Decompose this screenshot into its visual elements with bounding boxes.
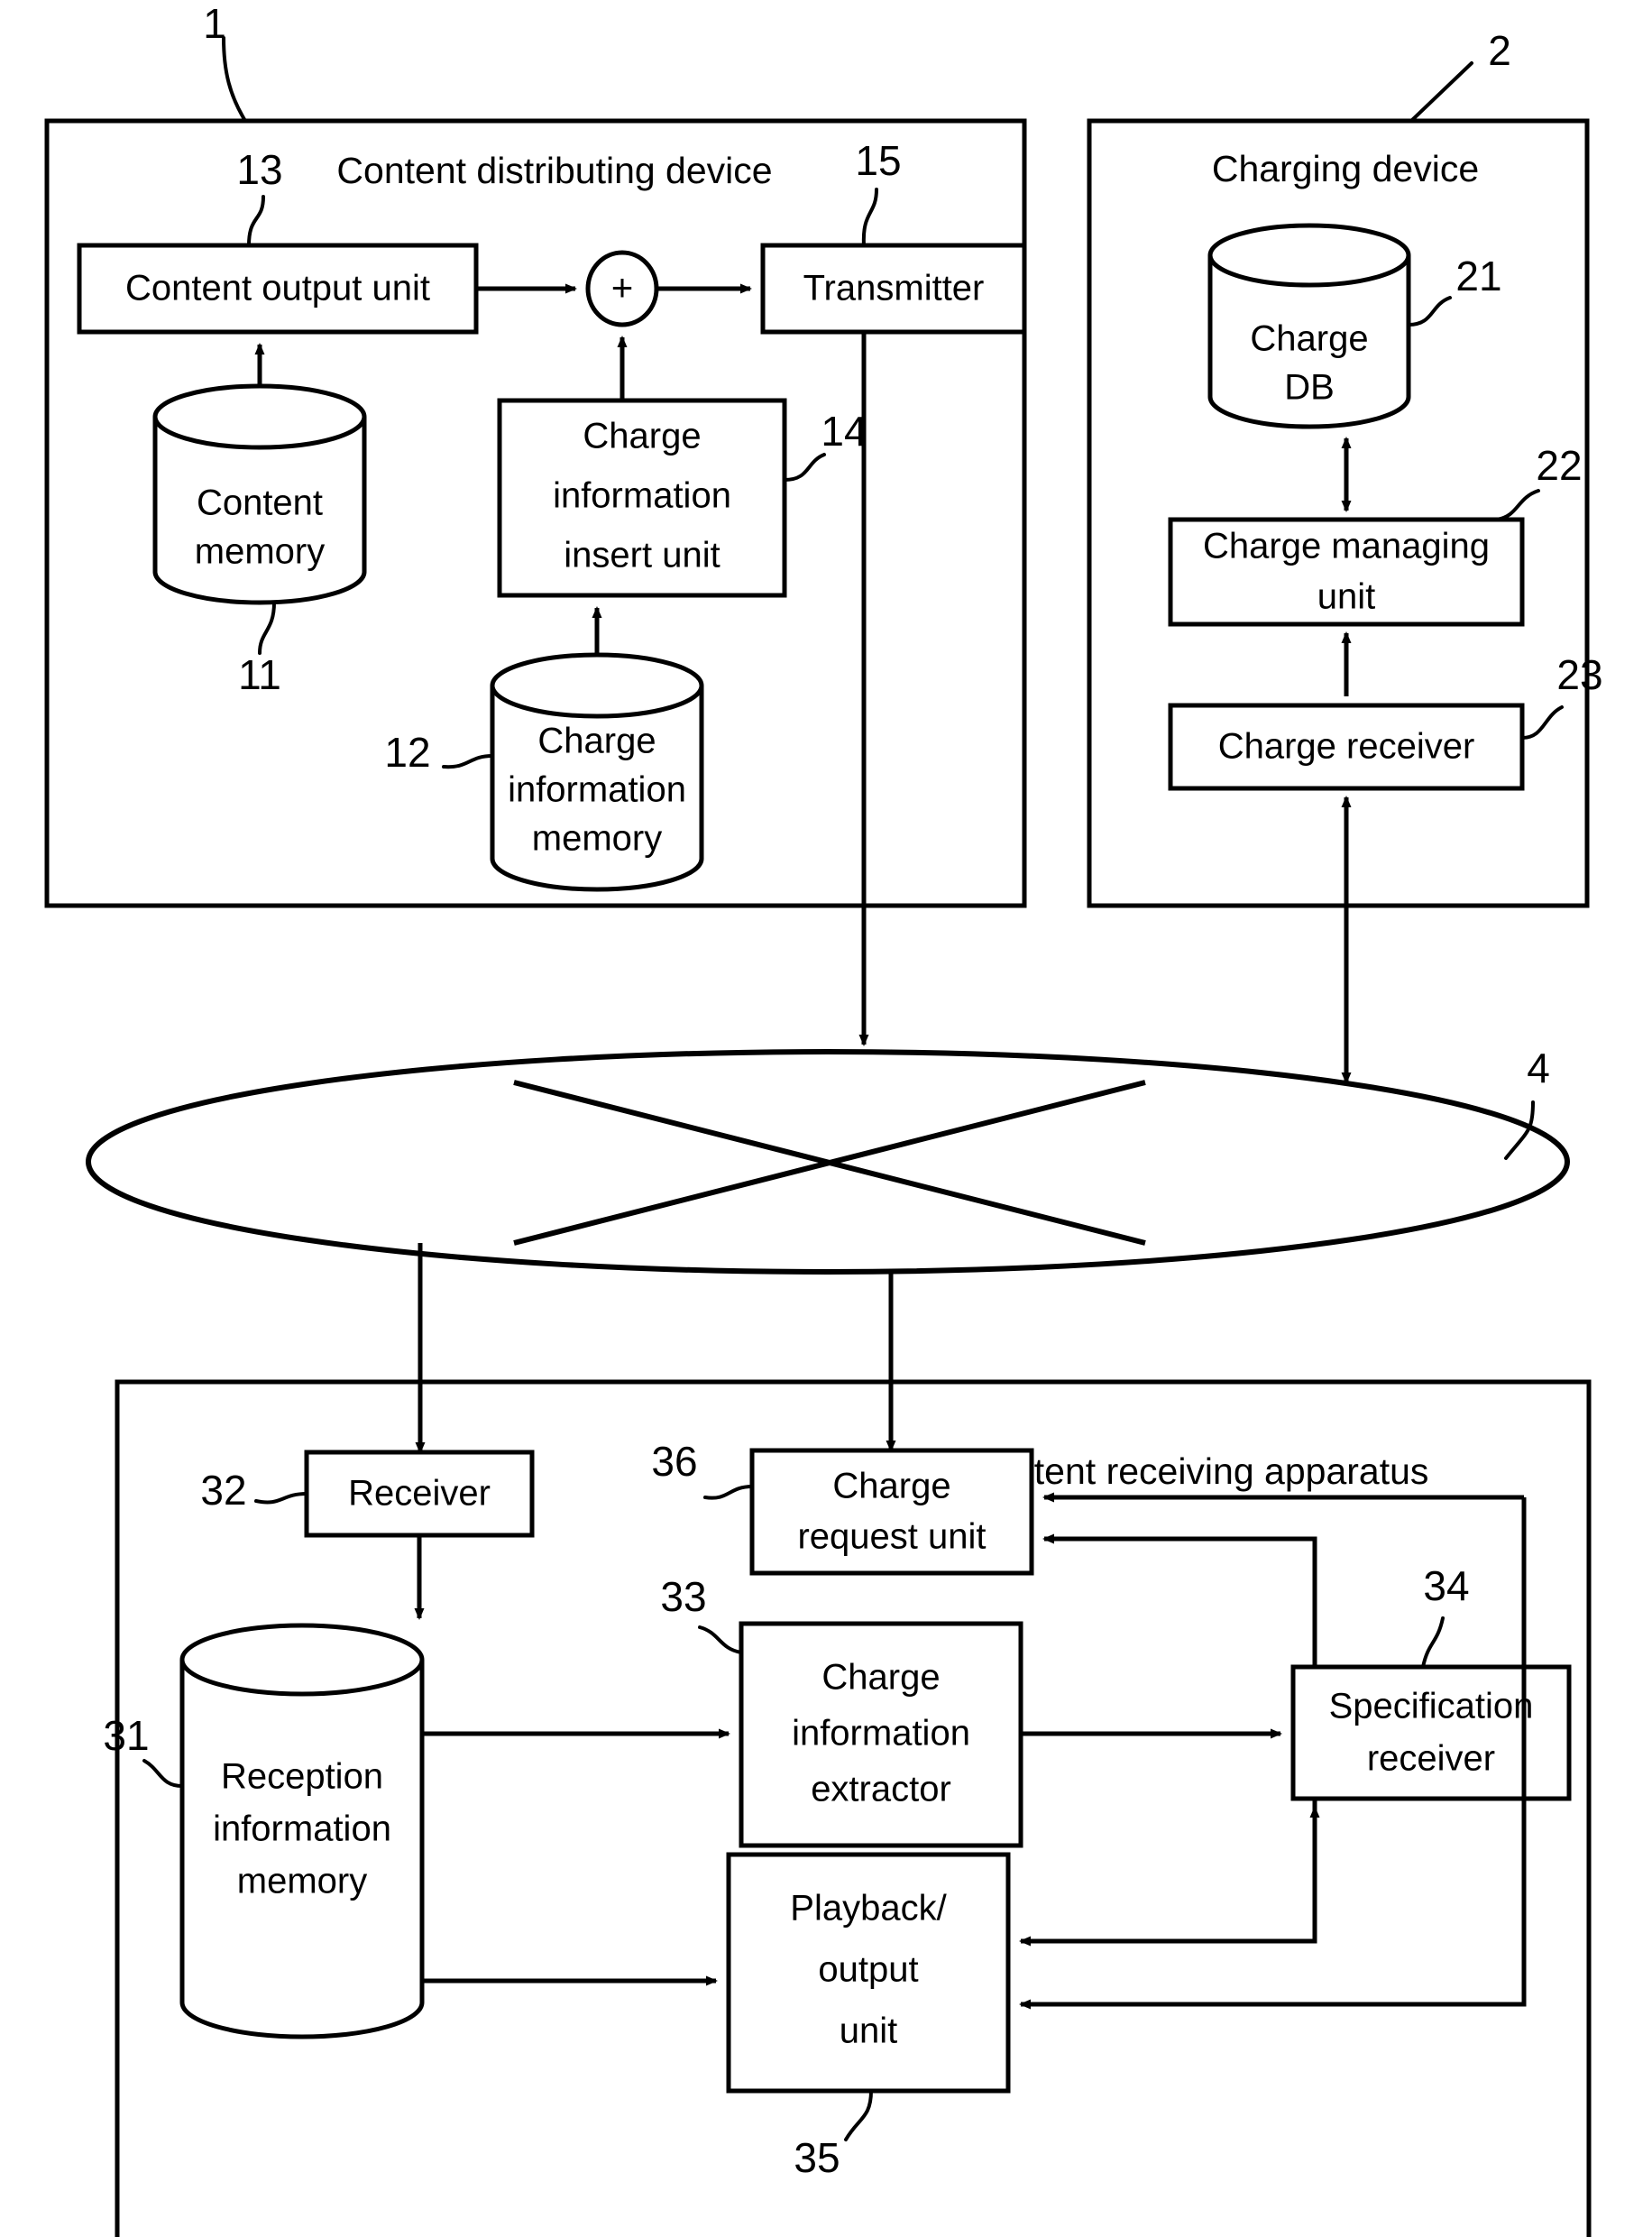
content-memory-cylinder: Content memory [152,383,367,605]
ref-number-31: 31 [103,1712,149,1759]
ref-number-12: 12 [384,729,430,776]
ref-number-14: 14 [821,408,867,455]
ref-number-22: 22 [1536,442,1582,489]
content-distributing-device-title: Content distributing device [336,150,772,191]
receiver-label: Receiver [348,1474,491,1514]
specification-receiver-label-line1: Specification [1329,1687,1534,1726]
ref-number-4: 4 [1527,1045,1550,1091]
charging-device-panel: 2 Charging device Charge DB 21 Charge ma… [1087,27,1603,908]
ref-15-leader [861,188,878,247]
ref-number-34: 34 [1423,1562,1469,1609]
charge-info-extractor-label-line3: extractor [811,1770,951,1809]
charge-info-extractor-label-line1: Charge [821,1658,940,1698]
charge-info-memory-label-line2: information [508,770,686,810]
ref-13-leader [247,195,265,247]
ref-12-leader [442,754,494,769]
specification-receiver-label-line2: receiver [1367,1739,1495,1779]
ref-22-leader [1495,489,1540,521]
wire-specification-to-charge-request [1042,1533,1317,1667]
ref-33-leader [698,1625,743,1654]
ref-34-leader [1421,1616,1445,1669]
content-memory-label-line2: memory [195,532,325,572]
reception-information-memory-cylinder: Reception information memory [179,1623,425,2039]
patent-figure: 1 Content distributing device 13 15 Cont… [44,0,1603,2237]
ref-number-2: 2 [1488,27,1511,74]
content-distributing-device-panel: 1 Content distributing device 13 15 Cont… [44,0,1027,908]
ref-number-33: 33 [660,1573,706,1620]
charge-request-unit-label-line2: request unit [797,1517,986,1557]
transmitter-label: Transmitter [803,269,985,308]
ref-number-1: 1 [203,0,226,47]
reception-info-memory-label-line1: Reception [221,1757,383,1797]
ref-36-leader [703,1485,754,1500]
ref-1-leader [222,36,247,123]
content-memory-label-line1: Content [197,483,323,523]
ref-11-leader [258,601,276,655]
ref-23-leader [1520,705,1564,740]
ref-21-leader [1407,296,1452,327]
content-output-unit-label: Content output unit [125,269,430,308]
charge-info-memory-label-line3: memory [532,819,662,859]
charge-info-insert-label-line2: information [553,476,731,516]
charge-receiver-label: Charge receiver [1218,727,1475,767]
content-receiving-apparatus-panel: Content receiving apparatus Receiver 32 … [103,1379,1592,2237]
ref-number-23: 23 [1556,651,1602,698]
content-receiving-apparatus-title: Content receiving apparatus [967,1450,1429,1492]
playback-output-unit-label-line1: Playback/ [790,1889,947,1929]
charge-information-memory-cylinder: Charge information memory [490,652,704,892]
reception-info-memory-label-line3: memory [237,1862,367,1901]
charge-managing-unit-label-line2: unit [1317,577,1376,617]
ref-14-leader [783,453,826,482]
charge-db-cylinder: Charge DB [1207,223,1411,429]
charge-info-insert-label-line1: Charge [583,417,701,456]
charge-db-label-line2: DB [1284,368,1335,408]
charge-info-insert-label-line3: insert unit [564,536,720,575]
playback-output-unit-label-line3: unit [840,2011,898,2051]
adder-plus-label: + [611,266,634,308]
ref-35-leader [844,2089,873,2141]
charge-info-extractor-label-line2: information [792,1714,970,1754]
charge-info-memory-label-line1: Charge [537,722,656,761]
ref-number-36: 36 [651,1438,697,1485]
ref-number-35: 35 [794,2134,840,2181]
wire-specification-to-playback [1019,1799,1317,1947]
ref-32-leader [254,1492,308,1505]
ref-number-32: 32 [200,1467,246,1514]
ref-number-11: 11 [238,651,281,698]
ref-number-15: 15 [855,137,901,184]
ref-2-leader [1409,61,1473,123]
playback-output-unit-label-line2: output [818,1950,918,1990]
reception-info-memory-label-line2: information [213,1809,391,1849]
charging-device-title: Charging device [1212,148,1479,189]
ref-number-13: 13 [236,146,282,193]
charge-managing-unit-label-line1: Charge managing [1203,527,1490,566]
charge-request-unit-label-line1: Charge [832,1467,950,1506]
ref-31-leader [142,1759,184,1788]
charge-db-label-line1: Charge [1250,319,1368,359]
ref-number-21: 21 [1455,253,1501,299]
